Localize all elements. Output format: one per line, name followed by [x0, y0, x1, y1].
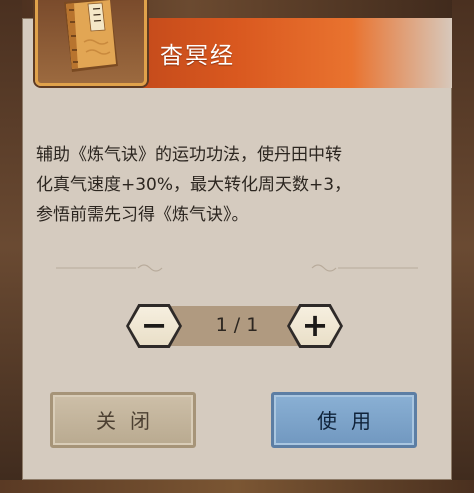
- background-left: [0, 0, 22, 493]
- item-title: 杳冥经: [160, 43, 235, 69]
- background-bottom: [0, 480, 474, 493]
- description-line: 化真气速度+30%，最大转化周天数+3，: [36, 175, 352, 195]
- quantity-value: 1 / 1: [215, 314, 259, 336]
- description-line: 参悟前需先习得《炼气诀》。: [36, 205, 249, 225]
- ornament-divider: [56, 264, 418, 272]
- description-line: 辅助《炼气诀》的运功功法，使丹田中转: [36, 145, 342, 165]
- item-description: 辅助《炼气诀》的运功功法，使丹田中转 化真气速度+30%，最大转化周天数+3， …: [36, 140, 436, 230]
- use-button-label: 使用: [317, 409, 385, 433]
- book-icon: [64, 0, 118, 72]
- close-button-label: 关闭: [96, 409, 164, 433]
- background-right: [452, 0, 474, 493]
- use-button[interactable]: 使用: [271, 392, 417, 448]
- item-icon-frame: [35, 0, 147, 86]
- close-button[interactable]: 关闭: [50, 392, 196, 448]
